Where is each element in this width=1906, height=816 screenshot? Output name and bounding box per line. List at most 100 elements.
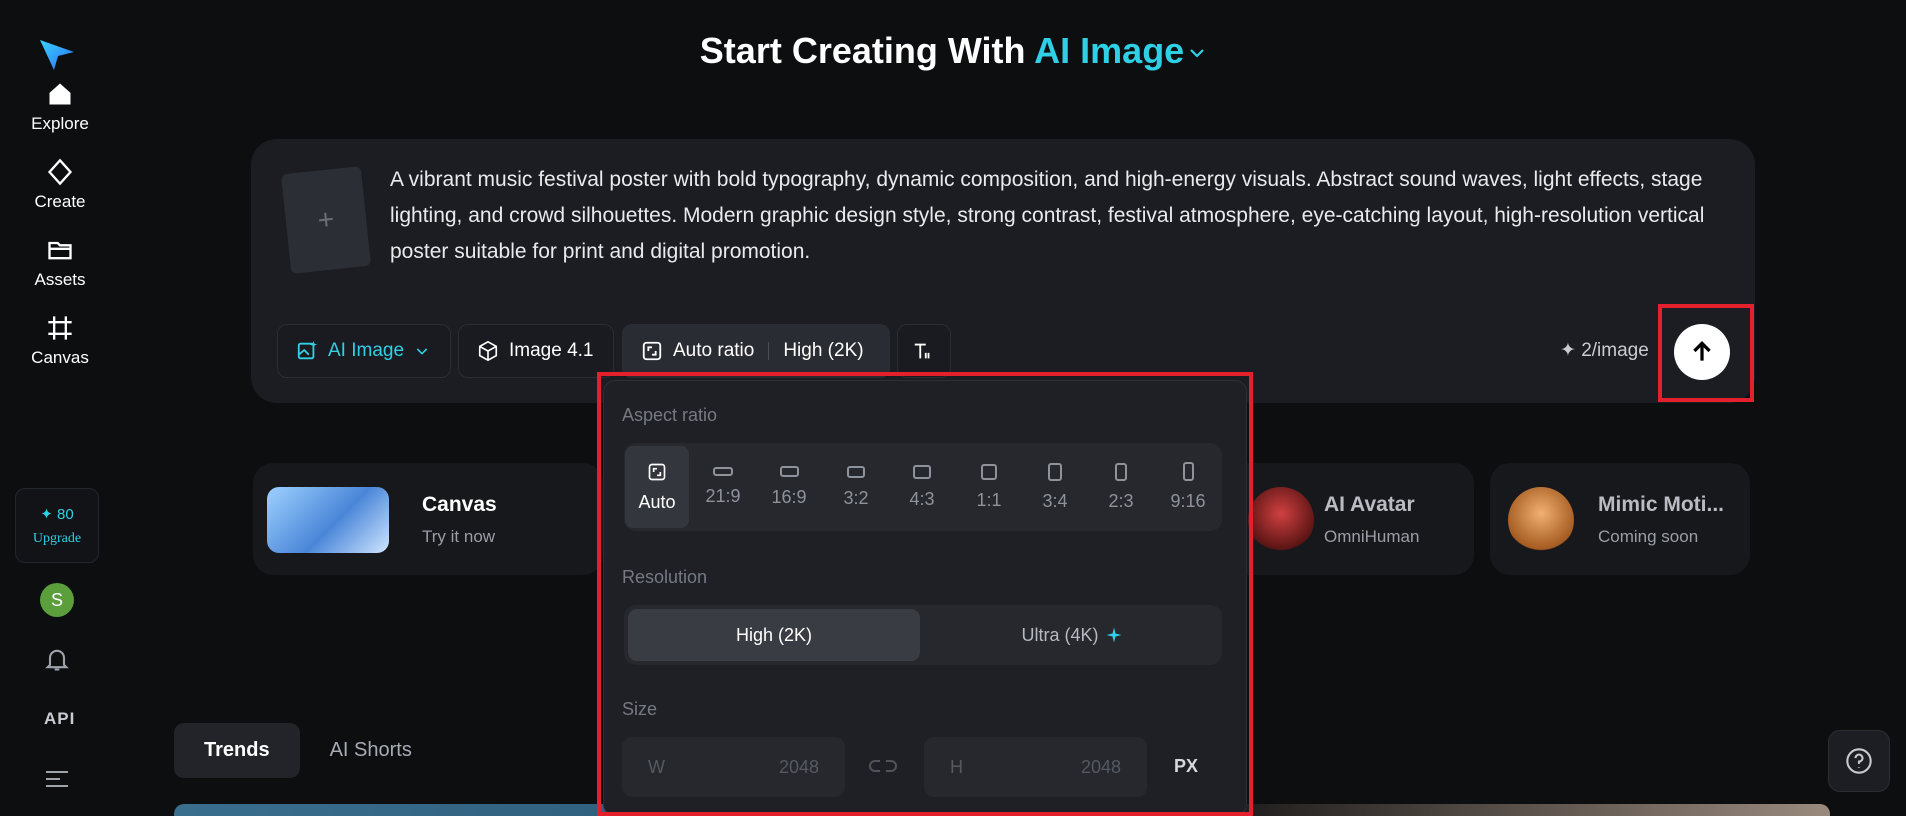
sidebar-item-assets[interactable]: Assets: [20, 236, 100, 290]
ratio-option-label: 16:9: [771, 487, 807, 507]
link-dimensions-icon[interactable]: [868, 755, 898, 777]
ratio-option-1-1[interactable]: 1:1: [957, 446, 1021, 528]
home-icon: [49, 83, 71, 105]
feature-title: AI Avatar: [1324, 493, 1415, 516]
sidebar-item-label: Create: [34, 192, 86, 211]
bell-icon[interactable]: [43, 645, 71, 673]
mimic-motion-thumbnail: [1508, 487, 1574, 553]
resolution-option-label: High (2K): [735, 624, 813, 645]
height-value: 2048: [1080, 756, 1121, 777]
sidebar-item-canvas[interactable]: Canvas: [20, 314, 100, 368]
feature-card-ai-avatar[interactable]: AI Avatar OmniHuman: [1228, 463, 1474, 575]
unit-label: PX: [1174, 756, 1199, 776]
ratio-shape-icon: [1048, 462, 1062, 481]
ratio-label: Auto ratio: [673, 340, 755, 361]
ratio-option-label: 4:3: [909, 488, 935, 509]
ratio-option-9-16[interactable]: 9:16: [1156, 446, 1220, 528]
resolution-option-label: Ultra (4K): [1021, 624, 1099, 645]
ratio-option-label: 2:3: [1108, 490, 1134, 511]
feature-title: Mimic Moti...: [1598, 493, 1724, 516]
ratio-shape-icon: [1115, 462, 1127, 481]
ratio-shape-icon: [1182, 462, 1194, 481]
ratio-option-label: 3:4: [1042, 490, 1068, 511]
text-style-button[interactable]: [897, 324, 951, 378]
chevron-down-icon: [1190, 49, 1204, 59]
canvas-thumbnail: [267, 487, 389, 553]
ratio-shape-icon: [713, 467, 733, 476]
help-button[interactable]: [1828, 730, 1890, 792]
mode-selector-label: AI Image: [1034, 30, 1185, 71]
mode-selector[interactable]: AI Image: [1034, 30, 1206, 71]
image-sparkle-icon: [297, 340, 318, 360]
ratio-option-3-4[interactable]: 3:4: [1023, 446, 1087, 528]
width-prefix: W: [648, 756, 665, 777]
diamond-icon: [47, 158, 73, 186]
ratio-option-label: Auto: [638, 491, 676, 512]
height-input[interactable]: H 2048: [924, 737, 1147, 797]
ratio-shape-icon: [847, 465, 865, 478]
sidebar-item-label: Explore: [31, 114, 89, 133]
page-title: Start Creating With AI Image: [0, 30, 1906, 72]
ratio-option-4-3[interactable]: 4:3: [890, 446, 954, 528]
ratio-option-2-3[interactable]: 2:3: [1089, 446, 1153, 528]
folder-icon: [48, 241, 72, 260]
credits-amount: ✦ 80: [40, 505, 74, 523]
ratio-option-auto[interactable]: Auto: [625, 446, 689, 528]
width-value: 2048: [778, 756, 819, 777]
ratio-option-3-2[interactable]: 3:2: [824, 446, 888, 528]
model-selector-button[interactable]: Image 4.1: [458, 324, 614, 378]
mode-dropdown-label: AI Image: [328, 340, 405, 361]
aspect-ratio-icon: [642, 341, 662, 361]
aspect-ratio-label: Aspect ratio: [622, 405, 718, 425]
size-label: Size: [622, 699, 658, 719]
arrow-up-icon: [1693, 341, 1711, 361]
feature-title: Canvas: [422, 493, 497, 516]
ratio-quality-button[interactable]: Auto ratio High (2K): [622, 324, 890, 378]
menu-icon[interactable]: [46, 770, 68, 788]
feature-subtitle: Coming soon: [1598, 527, 1699, 546]
resolution-label: Resolution: [622, 567, 708, 587]
ratio-shape-icon: [913, 464, 931, 479]
sidebar-item-explore[interactable]: Explore: [20, 80, 100, 134]
ratio-option-label: 1:1: [976, 489, 1002, 510]
title-prefix: Start Creating With: [699, 30, 1026, 71]
ratio-shape-icon: [779, 466, 799, 477]
upgrade-link[interactable]: Upgrade: [33, 531, 81, 547]
text-icon: [914, 343, 930, 359]
question-icon: [1846, 748, 1872, 774]
sidebar-item-label: Canvas: [31, 348, 89, 367]
sparkle-icon: [1106, 627, 1121, 643]
sidebar-item-create[interactable]: Create: [20, 158, 100, 212]
crop-icon: [48, 316, 72, 340]
mode-dropdown-button[interactable]: AI Image: [277, 324, 451, 378]
credits-upgrade-card[interactable]: ✦ 80 Upgrade: [15, 488, 99, 563]
add-reference-image-button[interactable]: +: [280, 166, 372, 274]
prompt-input[interactable]: A vibrant music festival poster with bol…: [390, 162, 1730, 270]
tab-trends[interactable]: Trends: [174, 723, 300, 778]
model-selector-label: Image 4.1: [509, 340, 594, 361]
sidebar-item-label: Assets: [34, 270, 86, 289]
tab-ai-shorts[interactable]: AI Shorts: [300, 723, 442, 778]
chevron-down-icon: [416, 348, 428, 355]
ai-avatar-thumbnail: [1248, 487, 1314, 553]
feature-card-canvas[interactable]: Canvas Try it now: [253, 463, 603, 575]
quality-label: High (2K): [783, 340, 864, 361]
content-tabs: Trends AI Shorts: [174, 723, 442, 778]
generate-button[interactable]: [1674, 324, 1730, 380]
resolution-option-2k[interactable]: High (2K): [628, 609, 920, 661]
ratio-option-label: 9:16: [1170, 491, 1206, 511]
width-input[interactable]: W 2048: [622, 737, 845, 797]
ratio-option-label: 21:9: [705, 486, 741, 506]
resolution-option-4k[interactable]: Ultra (4K): [926, 609, 1218, 661]
cube-icon: [478, 340, 498, 362]
divider: [768, 342, 770, 360]
sidebar: Explore Create Assets Canvas ✦ 80 Upgrad…: [0, 0, 120, 816]
ratio-option-16-9[interactable]: 16:9: [757, 446, 821, 528]
height-prefix: H: [950, 756, 963, 777]
ratio-option-21-9[interactable]: 21:9: [691, 446, 755, 528]
avatar[interactable]: S: [40, 583, 74, 617]
feature-card-mimic-motion[interactable]: Mimic Moti... Coming soon: [1490, 463, 1750, 575]
api-link[interactable]: API: [44, 709, 75, 729]
cost-per-image: ✦ 2/image: [1560, 340, 1649, 361]
auto-ratio-icon: [648, 463, 666, 480]
